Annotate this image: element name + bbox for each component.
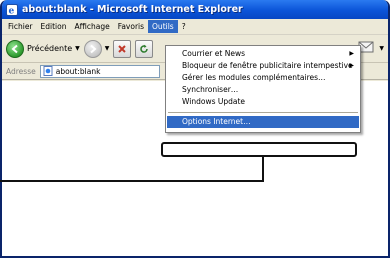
forward-arrow-icon <box>83 39 102 58</box>
menu-item-label: Synchroniser… <box>182 85 239 94</box>
page-icon <box>43 66 53 76</box>
mail-icon <box>358 40 376 56</box>
forward-button[interactable]: ▼ <box>83 39 110 58</box>
back-arrow-icon <box>6 39 24 58</box>
window-title: about:blank - Microsoft Internet Explore… <box>22 4 243 15</box>
address-input[interactable]: about:blank <box>39 64 160 78</box>
menu-fichier[interactable]: Fichier <box>4 20 37 33</box>
stop-icon <box>113 39 132 58</box>
menu-separator <box>168 112 358 113</box>
ie-window: e about:blank - Microsoft Internet Explo… <box>0 0 390 258</box>
callout-highlight-box <box>161 142 357 157</box>
submenu-arrow-icon: ▶ <box>349 62 354 69</box>
callout-leader-vertical <box>262 156 264 182</box>
outils-dropdown-menu: Courrier et News ▶ Bloqueur de fenêtre p… <box>165 45 361 133</box>
refresh-icon <box>135 39 154 58</box>
mail-dropdown-icon[interactable]: ▼ <box>379 45 384 52</box>
callout-leader-horizontal <box>0 180 264 182</box>
back-button-label: Précédente <box>27 44 73 53</box>
menu-item-synchroniser[interactable]: Synchroniser… <box>166 84 360 96</box>
menu-item-label: Bloqueur de fenêtre publicitaire intempe… <box>182 61 353 70</box>
menu-item-label: Gérer les modules complémentaires… <box>182 73 326 82</box>
svg-text:e: e <box>9 6 15 15</box>
menu-edition[interactable]: Edition <box>37 20 71 33</box>
menu-item-courrier[interactable]: Courrier et News ▶ <box>166 48 360 60</box>
ie-logo-icon: e <box>6 3 18 16</box>
back-button[interactable]: Précédente ▼ <box>6 39 80 58</box>
title-bar[interactable]: e about:blank - Microsoft Internet Explo… <box>2 0 388 19</box>
address-value: about:blank <box>55 66 101 76</box>
menu-item-label: Windows Update <box>182 97 246 106</box>
forward-dropdown-icon[interactable]: ▼ <box>105 45 110 52</box>
submenu-arrow-icon: ▶ <box>349 50 354 57</box>
menu-item-windows-update[interactable]: Windows Update <box>166 96 360 108</box>
refresh-button[interactable] <box>135 39 154 58</box>
menu-help[interactable]: ? <box>178 20 190 33</box>
mail-button[interactable]: ▼ <box>358 40 384 56</box>
address-label: Adresse <box>6 66 36 76</box>
menu-affichage[interactable]: Affichage <box>70 20 113 33</box>
menu-item-label: Options Internet… <box>182 117 251 126</box>
menu-favoris[interactable]: Favoris <box>114 20 148 33</box>
menu-bar: Fichier Edition Affichage Favoris Outils… <box>2 19 388 35</box>
menu-item-bloqueur[interactable]: Bloqueur de fenêtre publicitaire intempe… <box>166 60 360 72</box>
stop-button[interactable] <box>113 39 132 58</box>
menu-item-options-internet[interactable]: Options Internet… <box>167 116 359 128</box>
menu-outils[interactable]: Outils <box>148 20 178 33</box>
menu-item-modules[interactable]: Gérer les modules complémentaires… <box>166 72 360 84</box>
menu-item-label: Courrier et News <box>182 49 245 58</box>
back-dropdown-icon[interactable]: ▼ <box>75 45 80 52</box>
